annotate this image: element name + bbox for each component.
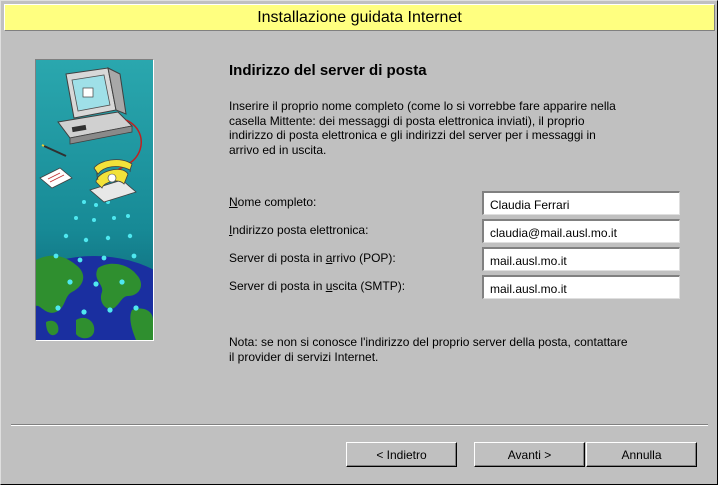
intro-text: Inserire il proprio nome completo (come … <box>229 99 616 157</box>
separator <box>11 424 708 426</box>
window-title: Installazione guidata Internet <box>257 9 462 26</box>
name-label: Nome completo: <box>229 195 317 209</box>
title-bar: Installazione guidata Internet <box>4 4 715 31</box>
help-note: Nota: se non si conosce l'indirizzo del … <box>229 335 628 364</box>
next-button[interactable]: Avanti > <box>474 442 585 467</box>
smtp-server-input[interactable] <box>482 275 680 299</box>
full-name-input[interactable] <box>482 191 680 215</box>
smtp-server-label: Server di posta in uscita (SMTP): <box>229 279 406 293</box>
wizard-illustration <box>35 59 154 341</box>
globe-icon <box>36 255 153 340</box>
page-title: Indirizzo del server di posta <box>229 62 427 79</box>
email-label: Indirizzo posta elettronica: <box>229 223 369 237</box>
cancel-button[interactable]: Annulla <box>586 442 697 467</box>
email-address-input[interactable] <box>482 219 680 243</box>
pop-server-input[interactable] <box>482 247 680 271</box>
pop-server-label: Server di posta in arrivo (POP): <box>229 251 396 265</box>
back-button[interactable]: < Indietro <box>346 442 457 467</box>
wizard-window: Installazione guidata Internet Indirizzo… <box>0 0 718 485</box>
